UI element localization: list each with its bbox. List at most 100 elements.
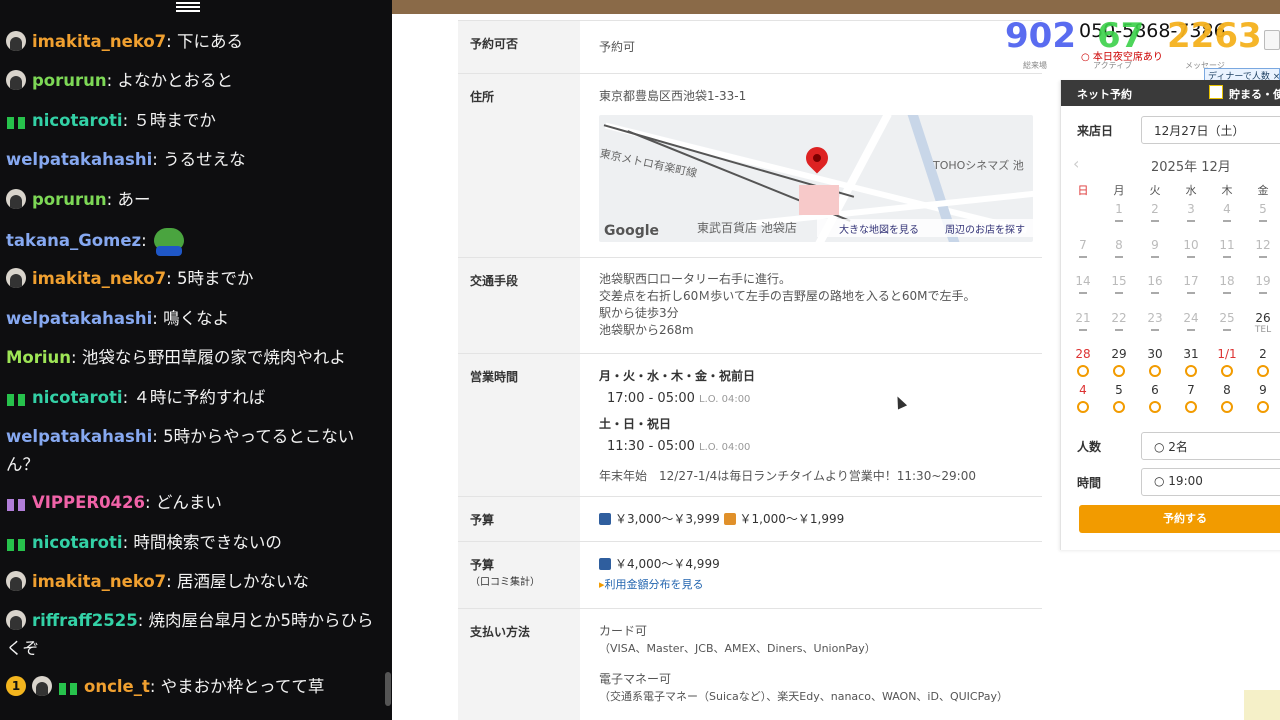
chat-message: porurun: よなかとおると xyxy=(6,67,378,95)
chat-username[interactable]: Moriun xyxy=(6,348,71,367)
unavailable-dash-icon xyxy=(1151,220,1159,222)
chat-username[interactable]: nicotaroti xyxy=(32,533,123,552)
calendar-day[interactable]: 8 xyxy=(1209,383,1245,413)
chat-username[interactable]: oncle_t xyxy=(84,677,150,696)
calendar-day[interactable]: 9 xyxy=(1245,383,1280,413)
calendar-day-number: 7 xyxy=(1187,383,1195,397)
chat-username[interactable]: nicotaroti xyxy=(32,111,123,130)
available-circle-icon xyxy=(1185,401,1197,413)
calendar-day[interactable]: 6 xyxy=(1137,383,1173,413)
chat-message: imakita_neko7: 5時までか xyxy=(6,265,378,293)
calendar-day[interactable]: 28 xyxy=(1065,347,1101,377)
avatar-icon xyxy=(32,676,52,696)
calendar-day-number: 12 xyxy=(1255,238,1271,252)
calendar-day[interactable]: 30 xyxy=(1137,347,1173,377)
calendar-day-number: 29 xyxy=(1111,347,1127,361)
unavailable-dash-icon xyxy=(1151,292,1159,294)
weekday-label: 火 xyxy=(1149,184,1161,197)
visit-date-field[interactable]: 12月27日（土） xyxy=(1141,116,1280,144)
weekday-label: 木 xyxy=(1221,184,1233,197)
payment-body: カード可 （VISA、Master、JCB、AMEX、Diners、UnionPa… xyxy=(599,623,1008,705)
calendar-day-number: 25 xyxy=(1219,311,1235,325)
calendar-day[interactable]: 31 xyxy=(1173,347,1209,377)
lunch-icon xyxy=(723,513,736,525)
large-map-link[interactable]: 大きな地図を見る xyxy=(839,221,919,236)
calendar-day-number: 1 xyxy=(1115,202,1123,216)
chat-scrollbar[interactable] xyxy=(385,672,391,706)
message-count: 2263 xyxy=(1167,16,1262,56)
unavailable-dash-icon xyxy=(1223,220,1231,222)
info-row: 予算 ￥3,000～￥3,999 ￥1,000～￥1,999 xyxy=(458,496,1042,541)
page-header-strip xyxy=(392,0,1280,14)
calendar-day[interactable]: 29 xyxy=(1101,347,1137,377)
chat-collapse-icon[interactable] xyxy=(176,0,200,18)
prev-month-icon[interactable]: ‹ xyxy=(1073,154,1079,173)
hours-weekday-time: 17:00 - 05:00 xyxy=(607,391,695,406)
time-select[interactable]: ○ 19:00 xyxy=(1141,468,1280,496)
calendar-day-number: 11 xyxy=(1219,238,1235,252)
people-select[interactable]: ○ 2名 xyxy=(1141,432,1280,460)
calendar-day-number: 16 xyxy=(1147,274,1163,288)
people-value: 2名 xyxy=(1168,440,1188,454)
calendar-day[interactable]: 1/1 xyxy=(1209,347,1245,377)
reserve-button[interactable]: 予約する xyxy=(1079,505,1280,533)
calendar-day[interactable]: 4 xyxy=(1065,383,1101,413)
calendar-day-number: 18 xyxy=(1219,274,1235,288)
chat-username[interactable]: welpatakahashi xyxy=(6,427,152,446)
page-corner-widget[interactable] xyxy=(1244,690,1280,720)
chat-username[interactable]: riffraff2525 xyxy=(32,611,138,630)
chat-username[interactable]: nicotaroti xyxy=(32,388,123,407)
overlay-label-active: アクティブ xyxy=(1093,61,1133,70)
chat-username[interactable]: imakita_neko7 xyxy=(32,572,166,591)
info-row-head: 予算 （口コミ集計） xyxy=(458,542,580,608)
bits-badge-icon: 1 xyxy=(6,676,26,696)
calendar-day: 7 xyxy=(1065,238,1101,258)
chat-username[interactable]: welpatakahashi xyxy=(6,309,152,328)
calendar-day: 8 xyxy=(1101,238,1137,258)
info-line: 池袋駅から268m xyxy=(599,323,694,337)
available-circle-icon xyxy=(1113,401,1125,413)
card-head: カード可 xyxy=(599,624,648,638)
chat-username[interactable]: porurun xyxy=(32,71,107,90)
chat-message: takana_Gomez: xyxy=(6,226,378,256)
info-row-body: 池袋駅西口ロータリー右手に進行。交差点を右折し60Ｍ歩いて左手の吉野屋の路地を入… xyxy=(599,271,976,339)
info-line: 池袋駅西口ロータリー右手に進行。 xyxy=(599,272,792,286)
info-line: 駅から徒歩3分 xyxy=(599,306,679,320)
chat-username[interactable]: takana_Gomez xyxy=(6,231,141,250)
chat-message: nicotaroti: 時間検索できないの xyxy=(6,529,378,557)
calendar-day-number: 5 xyxy=(1115,383,1123,397)
chat-username[interactable]: welpatakahashi xyxy=(6,150,152,169)
info-row-head: 交通手段 xyxy=(458,258,580,353)
emoney-head: 電子マネー可 xyxy=(599,672,672,686)
calendar-day[interactable]: 7 xyxy=(1173,383,1209,413)
map-pin-icon xyxy=(801,142,833,174)
nearby-shops-link[interactable]: 周辺のお店を探す xyxy=(945,221,1025,236)
hours-note: 年末年始 12/27-1/4は毎日ランチタイムより営業中！11:30~29:00 xyxy=(599,469,976,483)
info-row-head-text: 支払い方法 xyxy=(470,625,531,639)
unavailable-dash-icon xyxy=(1079,292,1087,294)
map[interactable]: 東京メトロ有楽町線 東武百貨店 池袋店 TOHOシネマズ 池 Google 大き… xyxy=(599,115,1033,242)
calendar-day[interactable]: 26 TEL xyxy=(1245,311,1280,335)
unavailable-dash-icon xyxy=(1079,256,1087,258)
gift-sub-icon xyxy=(6,533,26,551)
chat-username[interactable]: imakita_neko7 xyxy=(32,32,166,51)
info-row-body: 東京都豊島区西池袋1-33-1 xyxy=(599,88,746,105)
calendar-day: 14 xyxy=(1065,274,1101,294)
info-row-head-note: （口コミ集計） xyxy=(470,577,540,588)
chat-username[interactable]: imakita_neko7 xyxy=(32,269,166,288)
share-icon[interactable] xyxy=(1264,30,1280,50)
price-distribution-link[interactable]: 利用金額分布を見る xyxy=(605,578,704,591)
calendar-day[interactable]: 5 xyxy=(1101,383,1137,413)
gift-sub-icon xyxy=(6,388,26,406)
info-row-head: 支払い方法 xyxy=(458,609,580,720)
available-circle-icon xyxy=(1077,365,1089,377)
unavailable-dash-icon xyxy=(1115,329,1123,331)
chat-username[interactable]: VIPPER0426 xyxy=(32,493,145,512)
points-checkbox[interactable] xyxy=(1209,85,1223,99)
chat-username[interactable]: porurun xyxy=(32,190,107,209)
calendar-day-number: 14 xyxy=(1075,274,1091,288)
calendar-day[interactable]: 2 xyxy=(1245,347,1280,377)
calendar-day: 2 xyxy=(1137,202,1173,222)
calendar-day-number: 24 xyxy=(1183,311,1199,325)
info-line: 交差点を右折し60Ｍ歩いて左手の吉野屋の路地を入ると60Mで左手。 xyxy=(599,289,976,303)
